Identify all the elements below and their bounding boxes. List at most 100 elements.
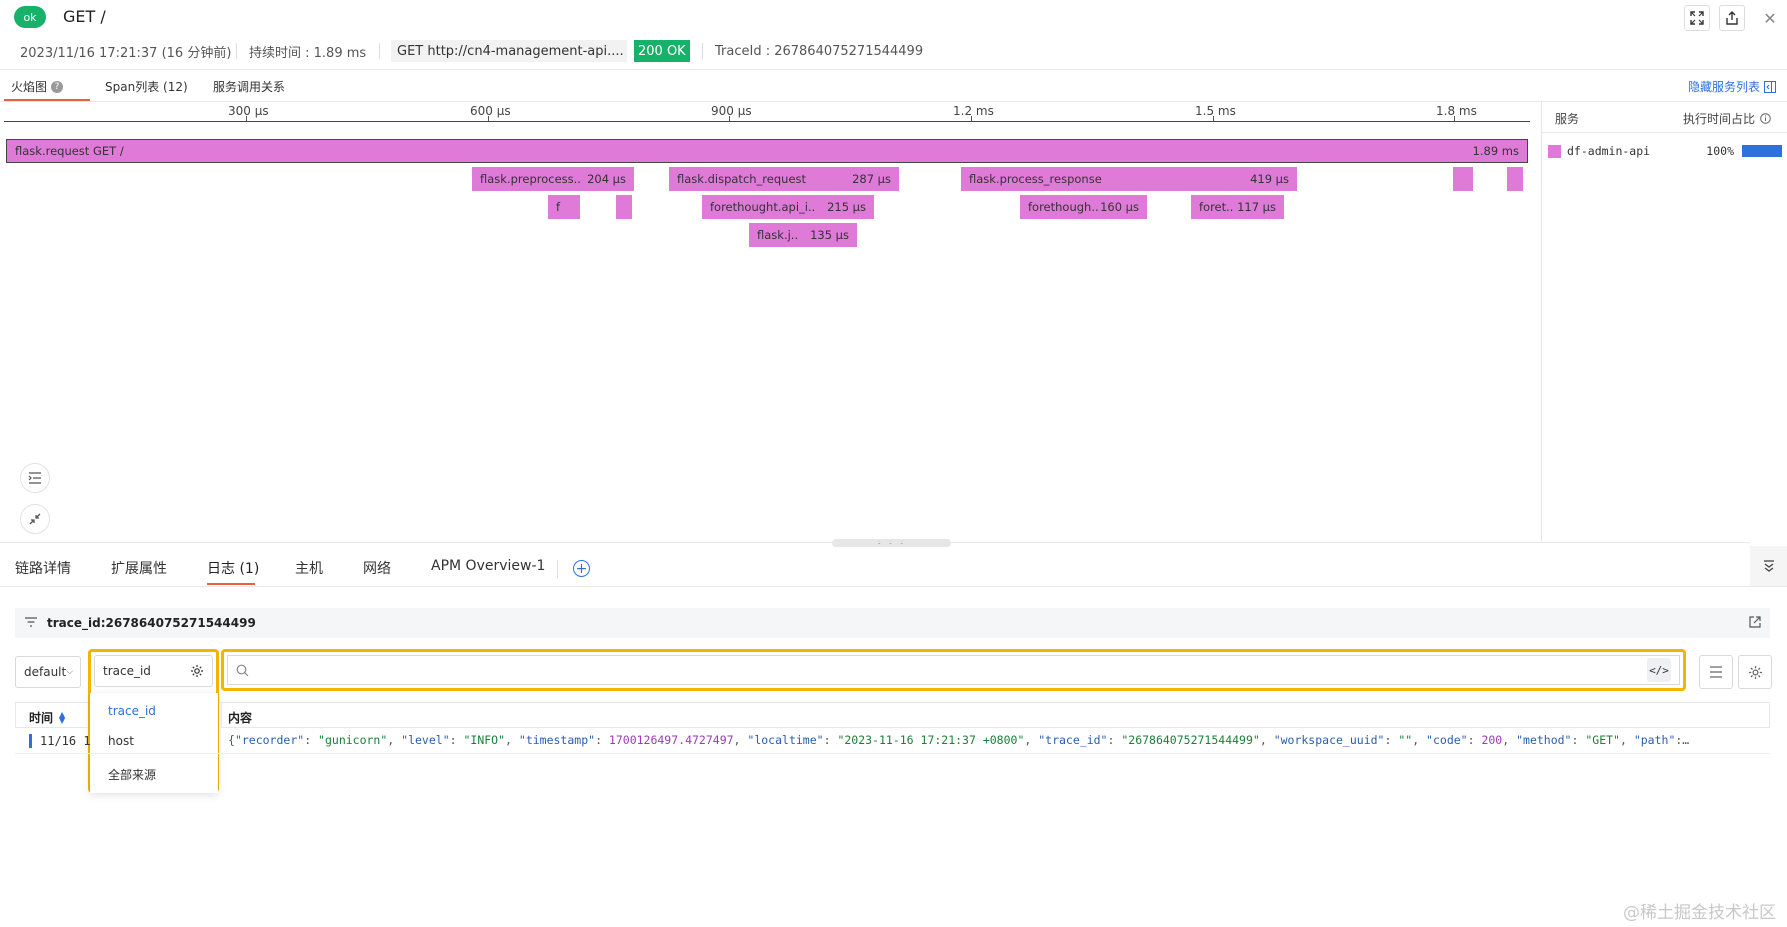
dropdown-option-all-sources[interactable]: 全部来源 xyxy=(108,766,156,783)
ratio-column-header: 执行时间占比 xyxy=(1683,110,1771,127)
gear-icon[interactable] xyxy=(190,664,204,678)
axis-tick-label: 1.2 ms xyxy=(953,104,994,118)
span-name: forethough.. xyxy=(1028,200,1099,214)
tab-network[interactable]: 网络 xyxy=(363,558,391,578)
resize-handle[interactable]: • • • xyxy=(832,539,951,548)
hide-services-label: 隐藏服务列表 xyxy=(1688,80,1761,94)
code-icon[interactable]: </> xyxy=(1647,658,1671,682)
span-name: f xyxy=(556,200,561,214)
table-header xyxy=(221,702,1770,728)
axis-tick-label: 1.5 ms xyxy=(1195,104,1236,118)
span-duration: 287 μs xyxy=(852,172,891,186)
span-bar[interactable]: flask.dispatch_request 287 μs xyxy=(669,167,899,191)
span-bar[interactable]: flask.j.. 135 μs xyxy=(749,223,857,247)
axis-tick-label: 600 μs xyxy=(470,104,511,118)
service-row[interactable]: df-admin-api 100% xyxy=(1548,142,1782,160)
share-icon[interactable] xyxy=(1719,5,1745,31)
axis-tick-label: 900 μs xyxy=(711,104,752,118)
close-icon[interactable]: ✕ xyxy=(1760,8,1780,28)
dropdown-option-trace-id[interactable]: trace_id xyxy=(108,704,156,718)
tab-label: 火焰图 xyxy=(11,80,48,94)
field-select[interactable]: trace_id xyxy=(94,655,213,687)
index-select[interactable]: default ⌵ xyxy=(15,656,81,688)
time-column-label: 时间 xyxy=(29,711,54,725)
fullscreen-icon[interactable] xyxy=(1684,5,1710,31)
filter-icon xyxy=(25,616,37,630)
log-filter-bar: trace_id:267864075271544499 xyxy=(15,608,1770,638)
span-name: forethought.api_i.. xyxy=(710,200,816,214)
span-bar[interactable]: foret.. 117 μs xyxy=(1191,195,1284,219)
tab-logs[interactable]: 日志 (1) xyxy=(207,558,259,578)
watermark: @稀土掘金技术社区 xyxy=(1623,903,1776,923)
divider xyxy=(0,586,1787,587)
help-icon[interactable]: ? xyxy=(51,80,64,93)
http-status-badge: 200 OK xyxy=(634,40,690,62)
span-bar[interactable] xyxy=(1507,167,1523,191)
service-percent: 100% xyxy=(1706,144,1734,158)
divider xyxy=(0,542,1750,543)
span-bar[interactable]: flask.preprocess.. 204 μs xyxy=(472,167,634,191)
list-view-icon[interactable] xyxy=(1699,655,1733,689)
span-bar[interactable] xyxy=(616,195,632,219)
info-icon[interactable] xyxy=(1760,113,1771,124)
span-bar[interactable]: forethough.. 160 μs xyxy=(1020,195,1147,219)
span-duration: 117 μs xyxy=(1237,200,1276,214)
tab-extended-attributes[interactable]: 扩展属性 xyxy=(111,558,167,578)
trace-id[interactable]: TraceId : 267864075271544499 xyxy=(715,41,923,61)
trace-duration: 持续时间 : 1.89 ms xyxy=(249,45,367,61)
span-name: flask.j.. xyxy=(757,228,799,242)
span-bar[interactable]: f xyxy=(548,195,580,219)
tab-apm-overview[interactable]: APM Overview-1 xyxy=(431,558,545,574)
hide-services-link[interactable]: 隐藏服务列表 xyxy=(1688,78,1777,95)
log-row-time[interactable]: 11/16 1 xyxy=(40,734,91,748)
ratio-column-label: 执行时间占比 xyxy=(1683,112,1756,126)
time-column-header[interactable]: 时间 ▲ ▼ xyxy=(29,709,65,726)
request-url[interactable]: GET http://cn4-management-api.... xyxy=(391,40,627,62)
span-name: flask.preprocess.. xyxy=(480,172,581,186)
field-select-value: trace_id xyxy=(103,664,151,678)
row-divider xyxy=(15,753,1770,754)
page-title: GET / xyxy=(63,7,106,26)
row-marker xyxy=(29,734,32,748)
list-indent-icon[interactable] xyxy=(20,463,50,493)
divider xyxy=(702,43,703,59)
add-tab-icon[interactable]: + xyxy=(573,560,590,577)
status-badge: ok xyxy=(14,6,46,28)
divider xyxy=(0,101,1787,102)
collapse-arrows-icon[interactable] xyxy=(20,504,50,534)
axis-tick-label: 300 μs xyxy=(228,104,269,118)
span-name: flask.dispatch_request xyxy=(677,172,807,186)
divider xyxy=(379,43,380,59)
span-duration: 204 μs xyxy=(587,172,626,186)
span-bar[interactable] xyxy=(1453,167,1473,191)
span-bar[interactable]: flask.request GET / 1.89 ms xyxy=(6,139,1528,163)
tab-span-list[interactable]: Span列表 (12) xyxy=(105,78,188,95)
axis-tick-label: 1.8 ms xyxy=(1436,104,1477,118)
open-external-icon[interactable] xyxy=(1748,615,1762,632)
log-row-content[interactable]: {"recorder": "gunicorn", "level": "INFO"… xyxy=(228,733,1758,747)
dropdown-option-host[interactable]: host xyxy=(108,734,134,748)
span-duration: 1.89 ms xyxy=(1472,144,1519,158)
settings-gear-icon[interactable] xyxy=(1738,655,1772,689)
span-duration: 419 μs xyxy=(1250,172,1289,186)
tab-trace-details[interactable]: 链路详情 xyxy=(15,558,71,578)
tab-host[interactable]: 主机 xyxy=(295,558,323,578)
service-color-swatch xyxy=(1548,144,1561,158)
tab-service-map[interactable]: 服务调用关系 xyxy=(213,78,285,95)
collapse-panel-icon[interactable] xyxy=(1750,546,1787,586)
log-search-box[interactable]: </> xyxy=(227,655,1680,685)
tab-label: 服务调用关系 xyxy=(213,80,286,94)
log-search-input[interactable] xyxy=(249,662,1647,678)
divider xyxy=(236,43,237,59)
sort-icon[interactable]: ▲ ▼ xyxy=(59,710,65,724)
time-axis xyxy=(4,121,1530,122)
span-duration: 215 μs xyxy=(827,200,866,214)
span-bar[interactable]: forethought.api_i.. 215 μs xyxy=(702,195,874,219)
tab-flame-graph[interactable]: 火焰图 ? xyxy=(11,78,64,95)
service-percent-bar xyxy=(1742,145,1782,157)
service-column-header: 服务 xyxy=(1555,112,1580,126)
panel-divider xyxy=(1541,102,1542,542)
divider xyxy=(0,69,1787,70)
span-name: flask.request GET / xyxy=(15,144,124,158)
span-bar[interactable]: flask.process_response 419 μs xyxy=(961,167,1297,191)
